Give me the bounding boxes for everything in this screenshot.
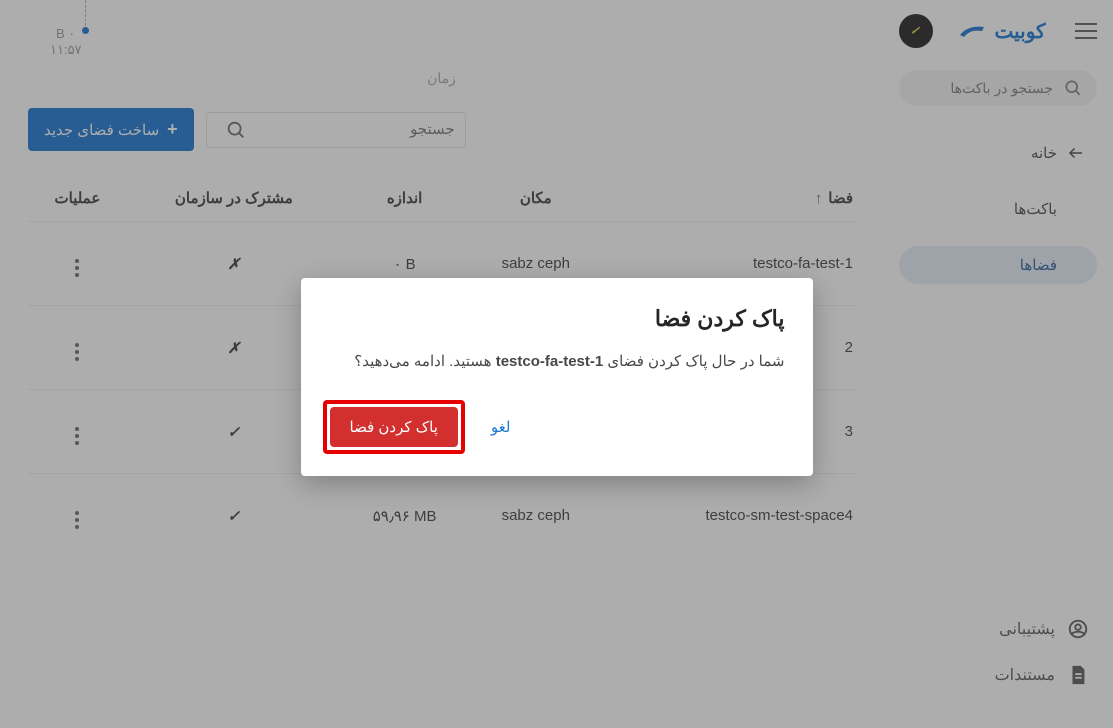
confirm-highlight: پاک کردن فضا [323, 400, 465, 454]
delete-space-modal: پاک کردن فضا شما در حال پاک کردن فضای te… [301, 278, 813, 476]
modal-title: پاک کردن فضا [323, 306, 785, 332]
modal-actions: لغو پاک کردن فضا [323, 400, 785, 454]
modal-overlay[interactable]: پاک کردن فضا شما در حال پاک کردن فضای te… [0, 0, 1113, 728]
modal-body: شما در حال پاک کردن فضای testco-fa-test-… [323, 352, 785, 370]
cancel-button[interactable]: لغو [483, 408, 519, 446]
confirm-delete-button[interactable]: پاک کردن فضا [330, 407, 458, 447]
